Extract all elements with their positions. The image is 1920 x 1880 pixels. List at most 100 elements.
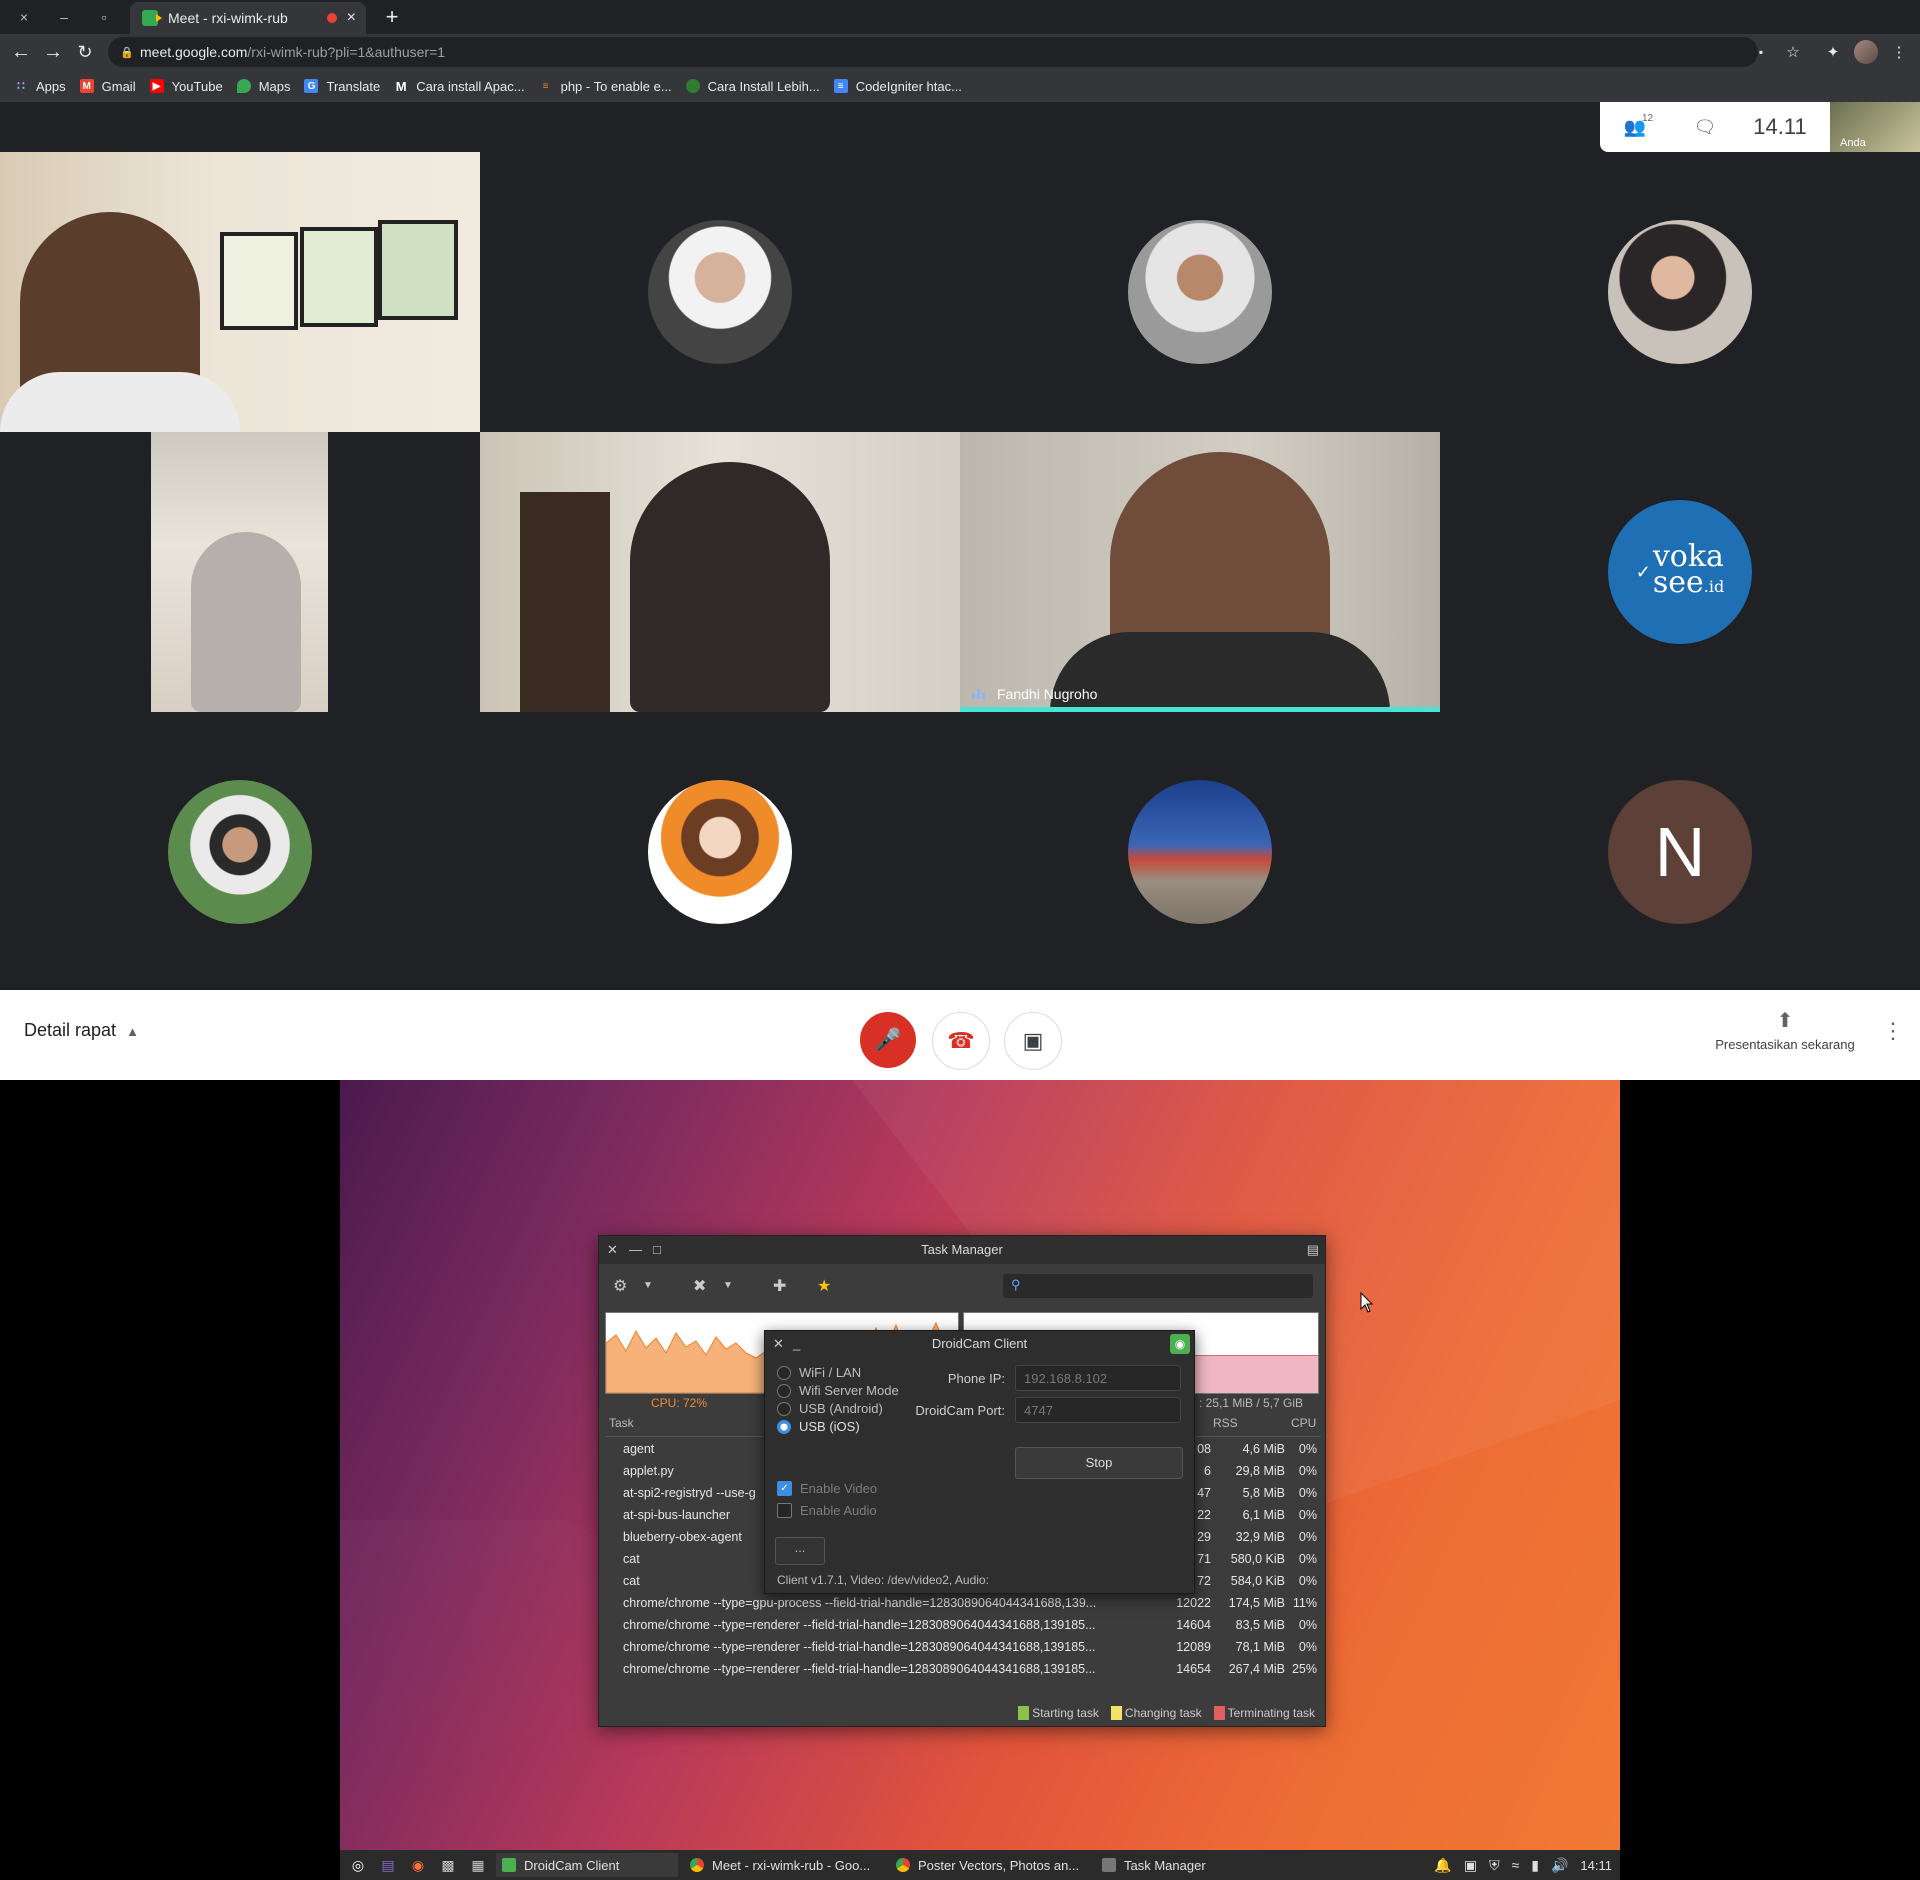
window-close-button[interactable]: × — [4, 0, 44, 34]
table-row[interactable]: chrome/chrome --type=renderer --field-tr… — [623, 1658, 1319, 1680]
droidcam-port-input[interactable]: 4747 — [1015, 1397, 1181, 1423]
phone-ip-input[interactable]: 192.168.8.102 — [1015, 1365, 1181, 1391]
show-desktop-icon[interactable]: ▤ — [376, 1855, 400, 1875]
taskbar-window-task-manager[interactable]: Task Manager — [1096, 1853, 1278, 1877]
task-search-input[interactable]: ⚲ — [1003, 1274, 1313, 1298]
table-row[interactable]: chrome/chrome --type=renderer --field-tr… — [623, 1636, 1319, 1658]
participant-video-tile-speaking[interactable]: Fandhi Nugroho — [960, 432, 1440, 712]
new-tab-button[interactable]: + — [380, 0, 404, 34]
participant-video-tile[interactable] — [0, 152, 480, 432]
window-minimize-button[interactable]: – — [44, 0, 84, 34]
back-arrow-icon[interactable]: ← — [6, 34, 36, 70]
participant-tile[interactable]: N — [1440, 712, 1920, 990]
terminal-icon[interactable]: ▩ — [436, 1855, 460, 1875]
window-maximize-button[interactable]: ▫ — [84, 0, 124, 34]
bookmark-maps[interactable]: Maps — [236, 79, 290, 94]
more-options-icon[interactable]: ⋮ — [1882, 1018, 1904, 1044]
bookmark-codeigniter[interactable]: ≡ CodeIgniter htac... — [833, 79, 962, 94]
participant-tile[interactable] — [480, 152, 960, 432]
participant-tile[interactable] — [960, 152, 1440, 432]
participants-button[interactable]: 👥 12 — [1600, 113, 1670, 138]
clipboard-icon[interactable]: ▣ — [1464, 1857, 1477, 1874]
wifi-icon[interactable]: ≈ — [1512, 1857, 1520, 1873]
browser-menu-icon[interactable]: ⋮ — [1884, 34, 1914, 70]
bookmark-youtube[interactable]: ▶ YouTube — [149, 79, 223, 94]
browser-tab-meet[interactable]: Meet - rxi-wimk-rub × — [130, 2, 366, 34]
shield-icon[interactable]: ⛨ — [1489, 1857, 1500, 1874]
url-host: meet.google.com — [140, 44, 248, 60]
participant-tile[interactable] — [480, 712, 960, 990]
legend-changing: Changing task — [1110, 1706, 1202, 1720]
table-row[interactable]: chrome/chrome --type=renderer --field-tr… — [623, 1614, 1319, 1636]
column-rss[interactable]: RSS — [1213, 1416, 1238, 1430]
droidcam-close-icon[interactable]: ✕ — [773, 1331, 784, 1357]
task-cpu: 0% — [1298, 1574, 1317, 1588]
task-cpu: 0% — [1298, 1486, 1317, 1500]
camera-toggle-button[interactable]: ▣ — [1004, 1012, 1062, 1070]
notifications-bell-icon[interactable]: 🔔 — [1434, 1857, 1451, 1874]
bookmark-cara-install-apache[interactable]: M Cara install Apac... — [394, 79, 525, 94]
enable-audio-checkbox[interactable]: Enable Audio — [777, 1503, 877, 1518]
bookmark-php[interactable]: ≡ php - To enable e... — [539, 79, 672, 94]
participant-video-tile[interactable] — [480, 432, 960, 712]
task-rss: 32,9 MiB — [1235, 1530, 1285, 1544]
browser-toolbar: ← → ↻ 🔒 meet.google.com/rxi-wimk-rub?pli… — [0, 34, 1920, 70]
settings-gears-icon[interactable]: ⚙ — [613, 1276, 627, 1296]
present-now-button[interactable]: ⬆ Presentasikan sekarang — [1710, 1008, 1860, 1052]
participant-tile[interactable] — [960, 712, 1440, 990]
extensions-puzzle-icon[interactable]: ✦ — [1818, 34, 1848, 70]
dropdown-arrow-icon[interactable]: ▼ — [723, 1280, 733, 1291]
chat-button[interactable]: 🗨 — [1670, 117, 1740, 138]
taskbar-window-poster[interactable]: Poster Vectors, Photos an... — [890, 1853, 1090, 1877]
bookmark-translate[interactable]: G Translate — [304, 79, 380, 94]
battery-icon[interactable]: ▮ — [1531, 1857, 1539, 1874]
bookmark-apps[interactable]: ∷ Apps — [14, 79, 65, 94]
stackoverflow-icon: ≡ — [542, 80, 549, 92]
profile-avatar[interactable] — [1854, 40, 1878, 64]
mint-menu-icon[interactable]: ◎ — [346, 1855, 370, 1875]
tools-icon[interactable]: ✖ — [693, 1276, 706, 1296]
table-row[interactable]: chrome/chrome --type=gpu-process --field… — [623, 1592, 1319, 1614]
enable-video-checkbox[interactable]: ✓ Enable Video — [777, 1481, 877, 1496]
volume-icon[interactable]: 🔊 — [1551, 1857, 1568, 1874]
tab-close-button[interactable]: × — [347, 9, 356, 27]
participant-tile[interactable] — [0, 712, 480, 990]
stop-button[interactable]: Stop — [1015, 1447, 1183, 1479]
task-pid: 12022 — [1176, 1596, 1211, 1610]
mode-usb-android[interactable]: USB (Android) — [777, 1401, 883, 1416]
bookmark-cara-install-lebih[interactable]: Cara Install Lebih... — [685, 79, 820, 94]
taskbar-window-droidcam[interactable]: DroidCam Client — [496, 1853, 678, 1877]
bookmark-star-icon[interactable]: ☆ — [1778, 34, 1808, 70]
crosshair-icon[interactable]: ✚ — [773, 1276, 786, 1296]
participant-video-tile[interactable] — [0, 432, 480, 712]
column-cpu[interactable]: CPU — [1291, 1416, 1316, 1430]
meeting-details-button[interactable]: Detail rapat ▲ — [24, 1020, 139, 1041]
star-icon[interactable]: ★ — [817, 1276, 831, 1296]
more-options-button[interactable]: ... — [775, 1537, 825, 1565]
self-label: Anda — [1840, 137, 1866, 149]
mode-wifi-lan[interactable]: WiFi / LAN — [777, 1365, 861, 1380]
mic-muted-button[interactable]: 🎤 — [860, 1012, 916, 1068]
end-call-button[interactable]: ☎ — [932, 1012, 990, 1070]
chat-icon: 🗨 — [1693, 116, 1717, 137]
dropdown-arrow-icon[interactable]: ▼ — [643, 1280, 653, 1291]
column-task[interactable]: Task — [609, 1416, 634, 1430]
camera-in-use-icon[interactable]: ▪ — [1746, 34, 1776, 70]
forward-arrow-icon[interactable]: → — [38, 34, 68, 70]
droidcam-minimize-icon[interactable]: _ — [793, 1331, 800, 1357]
mode-usb-ios[interactable]: USB (iOS) — [777, 1419, 860, 1434]
address-bar[interactable]: 🔒 meet.google.com/rxi-wimk-rub?pli=1&aut… — [108, 37, 1758, 67]
bookmark-gmail[interactable]: M Gmail — [79, 79, 136, 94]
tm-minimize-icon[interactable]: — — [629, 1236, 642, 1264]
tm-close-icon[interactable]: ✕ — [607, 1236, 618, 1264]
participant-tile[interactable] — [1440, 152, 1920, 432]
tm-maximize-icon[interactable]: □ — [653, 1236, 661, 1264]
taskbar-window-meet[interactable]: Meet - rxi-wimk-rub - Goo... — [684, 1853, 884, 1877]
self-view-tile[interactable]: Anda — [1830, 102, 1920, 152]
reload-icon[interactable]: ↻ — [70, 34, 100, 70]
file-manager-icon[interactable]: ▦ — [466, 1855, 490, 1875]
mode-wifi-server[interactable]: Wifi Server Mode — [777, 1383, 899, 1398]
participant-tile[interactable]: ✓ voka see.id — [1440, 432, 1920, 712]
firefox-icon[interactable]: ◉ — [406, 1855, 430, 1875]
droidcam-window: ✕ _ DroidCam Client ◉ WiFi / LAN Wifi Se… — [764, 1330, 1195, 1594]
